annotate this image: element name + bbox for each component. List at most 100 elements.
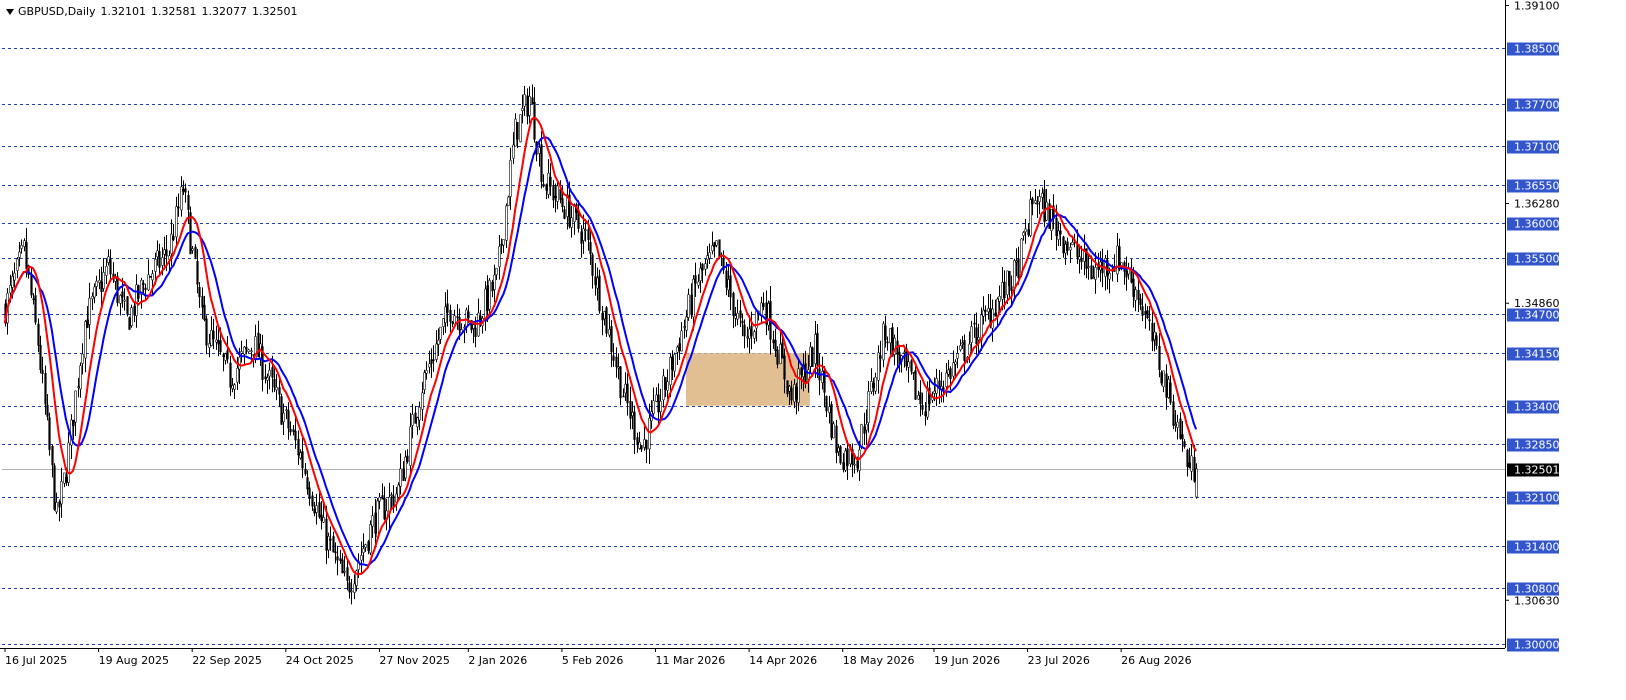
candle-body <box>956 353 959 359</box>
candle-body <box>921 405 924 410</box>
candle-body <box>975 327 978 345</box>
candle-body <box>633 411 636 440</box>
candle-body <box>353 583 356 593</box>
candle-body <box>194 246 197 258</box>
candle-body <box>292 429 295 432</box>
candle-body <box>879 355 882 359</box>
candle-body <box>350 590 353 593</box>
candle-body <box>1062 236 1065 254</box>
low-price: 1.32077 <box>201 5 248 18</box>
candle-body <box>912 372 915 374</box>
candle-body <box>48 417 51 450</box>
level-label: 1.32100 <box>1514 492 1560 505</box>
candle-body <box>289 428 292 433</box>
candle-body <box>797 368 800 403</box>
candle-body <box>91 295 94 300</box>
candle-body <box>172 236 175 240</box>
candle-body <box>502 239 505 246</box>
candle-body <box>418 406 421 421</box>
candle-body <box>1179 418 1182 439</box>
candle-body <box>264 376 267 379</box>
candle-body <box>488 279 491 310</box>
level-label: 1.36550 <box>1514 180 1560 193</box>
level-label: 1.38500 <box>1514 43 1560 56</box>
candle-body <box>222 354 225 357</box>
candle-body <box>203 304 206 321</box>
candle-body <box>594 276 597 286</box>
candle-body <box>238 356 241 370</box>
candle-body <box>919 392 922 405</box>
candle-body <box>439 326 442 340</box>
candle-body <box>364 544 367 548</box>
candle-body <box>390 494 393 496</box>
candle-body <box>343 570 346 573</box>
candle-body <box>617 366 620 369</box>
candle-body <box>348 582 351 593</box>
candle-body <box>531 97 534 104</box>
candle-body <box>1001 282 1004 300</box>
candle-body <box>128 317 131 330</box>
candle-body <box>882 323 885 361</box>
candle-body <box>870 381 873 392</box>
candle-body <box>175 206 178 238</box>
level-label: 1.37100 <box>1514 141 1560 154</box>
candle-body <box>884 325 887 341</box>
candle-body <box>1165 373 1168 398</box>
candle-body <box>1169 382 1172 403</box>
candle-body <box>743 324 746 337</box>
level-label: 1.31400 <box>1514 541 1560 554</box>
candle-body <box>582 228 585 241</box>
candle-body <box>77 386 80 388</box>
candle-body <box>1027 229 1030 235</box>
candle-body <box>495 267 498 276</box>
candle-body <box>538 147 541 154</box>
collapse-triangle-icon[interactable] <box>6 9 14 15</box>
candle-body <box>779 343 782 364</box>
candle-body <box>397 484 400 498</box>
candle-body <box>442 318 445 327</box>
candle-body <box>399 468 402 487</box>
candle-body <box>79 365 82 390</box>
candle-body <box>301 451 304 469</box>
candle-body <box>736 312 739 320</box>
candle-body <box>1038 196 1041 203</box>
y-tick-label: 1.36280 <box>1514 198 1560 211</box>
candle-body <box>39 344 42 371</box>
candle-body <box>800 367 803 376</box>
candle-body <box>432 359 435 362</box>
candle-body <box>690 294 693 315</box>
candle-body <box>369 524 372 554</box>
candle-body <box>786 380 789 395</box>
candle-body <box>867 391 870 423</box>
candle-body <box>608 328 611 336</box>
candle-body <box>1125 270 1128 278</box>
candle-body <box>484 288 487 322</box>
candle-body <box>306 477 309 490</box>
candle-body <box>910 360 913 372</box>
candle-body <box>126 296 129 315</box>
candle-body <box>105 266 108 276</box>
candle-body <box>914 370 917 400</box>
candle-body <box>158 251 161 268</box>
candle-body <box>1162 370 1165 388</box>
candle-body <box>835 425 838 454</box>
candle-body <box>1094 267 1097 280</box>
candle-body <box>729 275 732 298</box>
y-tick-label: 1.34860 <box>1514 297 1560 310</box>
candle-body <box>11 276 14 288</box>
candle-body <box>832 423 835 439</box>
candle-body <box>903 351 906 354</box>
level-label: 1.33400 <box>1514 401 1560 414</box>
candle-body <box>1034 200 1037 204</box>
price-chart[interactable]: 1.38500 1.37700 1.37100 1.36550 1.36000 1.355… <box>0 0 1626 696</box>
candle-body <box>917 395 920 400</box>
candle-body <box>874 376 877 392</box>
level-label: 1.32850 <box>1514 439 1560 452</box>
candle-body <box>453 315 456 325</box>
candle-body <box>416 417 419 428</box>
candle-body <box>949 368 952 379</box>
candle-body <box>505 205 508 241</box>
candle-body <box>98 280 101 283</box>
candle-body <box>1186 449 1189 467</box>
candle-body <box>268 369 271 377</box>
